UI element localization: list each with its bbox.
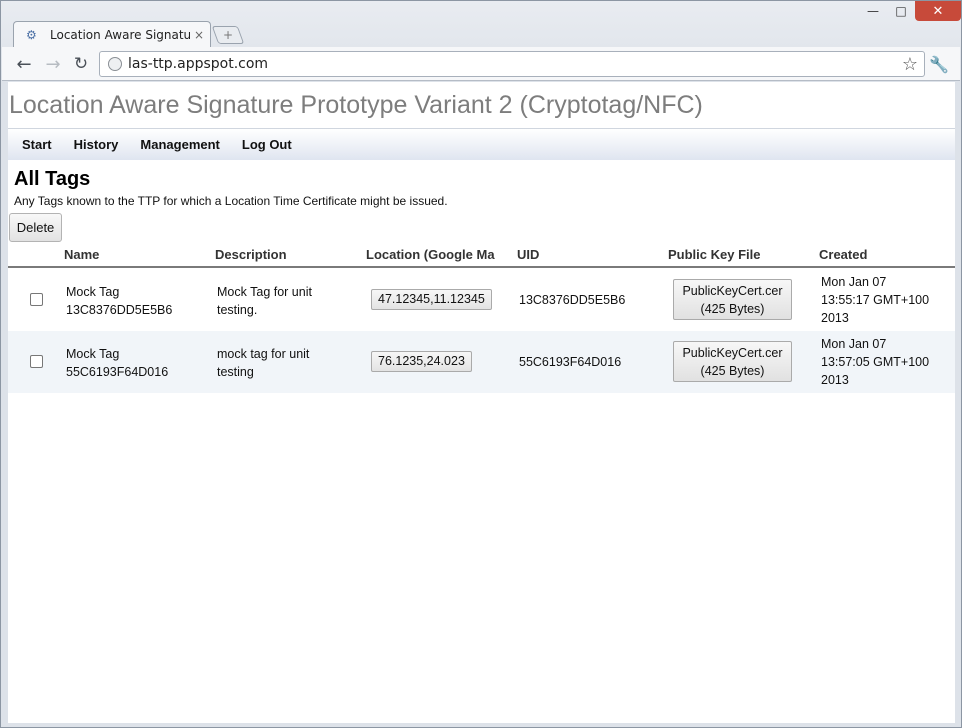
public-key-button[interactable]: PublicKeyCert.cer (425 Bytes) [673, 279, 792, 320]
key-file-name: PublicKeyCert.cer [682, 284, 783, 298]
tag-description: mock tag for unit testing [217, 345, 357, 381]
tag-uid: 55C6193F64D016 [519, 355, 622, 369]
tag-name: Mock Tag 13C8376DD5E5B6 [66, 283, 206, 319]
created-line: 13:55:17 GMT+100 [821, 293, 930, 307]
menu-item-start[interactable]: Start [22, 137, 52, 152]
maximize-button[interactable]: □ [887, 1, 915, 21]
tag-name-id: 55C6193F64D016 [66, 365, 169, 379]
description-line: Mock Tag for unit [217, 285, 312, 299]
url-text[interactable]: las-ttp.appspot.com [128, 56, 902, 72]
tag-name-id: 13C8376DD5E5B6 [66, 303, 173, 317]
minimize-button[interactable]: — [859, 1, 887, 21]
reload-icon[interactable]: ↻ [70, 53, 92, 75]
column-header-uid[interactable]: UID [517, 247, 539, 262]
row-checkbox[interactable] [30, 355, 43, 368]
forward-arrow-icon[interactable]: → [42, 53, 64, 75]
table-row: Mock Tag 55C6193F64D016 mock tag for uni… [8, 331, 955, 393]
section-title: All Tags [14, 168, 91, 190]
created-date: Mon Jan 07 13:55:17 GMT+100 2013 [821, 273, 951, 327]
close-window-button[interactable]: ✕ [915, 1, 961, 21]
column-header-created[interactable]: Created [819, 247, 867, 262]
location-button[interactable]: 47.12345,11.12345 [371, 289, 492, 310]
description-line: mock tag for unit [217, 347, 310, 361]
globe-icon [108, 57, 122, 71]
favicon-icon: ⚙ [26, 27, 37, 42]
created-line: 2013 [821, 373, 849, 387]
column-header-public-key[interactable]: Public Key File [668, 247, 760, 262]
table-header: Name Description Location (Google Ma UID… [8, 242, 955, 268]
delete-button[interactable]: Delete [9, 213, 62, 242]
column-header-description[interactable]: Description [215, 247, 287, 262]
description-line: testing. [217, 303, 258, 317]
created-line: Mon Jan 07 [821, 275, 887, 289]
tag-name-line: Mock Tag [66, 347, 120, 361]
browser-tab[interactable]: ⚙ Location Aware Signatur... × [13, 21, 211, 47]
plus-icon: + [222, 28, 234, 42]
browser-window: — □ ✕ ⚙ Location Aware Signatur... × + ←… [0, 0, 962, 728]
back-arrow-icon[interactable]: ← [13, 53, 35, 75]
key-file-size: (425 Bytes) [700, 364, 765, 378]
tag-uid: 13C8376DD5E5B6 [519, 293, 626, 307]
tab-title: Location Aware Signatur... [50, 27, 190, 42]
row-checkbox[interactable] [30, 293, 43, 306]
key-file-name: PublicKeyCert.cer [682, 346, 783, 360]
description-line: testing [217, 365, 254, 379]
wrench-icon[interactable]: 🔧 [928, 53, 950, 75]
browser-toolbar: ← → ↻ las-ttp.appspot.com ☆ 🔧 [2, 47, 960, 81]
page-title: Location Aware Signature Prototype Varia… [9, 91, 703, 119]
main-menu: Start History Management Log Out [8, 128, 955, 160]
new-tab-button[interactable]: + [211, 26, 245, 44]
tag-name-line: Mock Tag [66, 285, 120, 299]
title-bar: — □ ✕ [1, 1, 961, 23]
tab-close-icon[interactable]: × [194, 28, 204, 42]
created-line: 2013 [821, 311, 849, 325]
menu-item-history[interactable]: History [74, 137, 119, 152]
menu-item-management[interactable]: Management [140, 137, 219, 152]
key-file-size: (425 Bytes) [700, 302, 765, 316]
menu-item-logout[interactable]: Log Out [242, 137, 292, 152]
page-content: Location Aware Signature Prototype Varia… [8, 82, 955, 723]
tag-description: Mock Tag for unit testing. [217, 283, 357, 319]
bookmark-star-icon[interactable]: ☆ [902, 54, 918, 75]
address-bar[interactable]: las-ttp.appspot.com ☆ [99, 51, 925, 77]
tag-name: Mock Tag 55C6193F64D016 [66, 345, 206, 381]
created-line: Mon Jan 07 [821, 337, 887, 351]
table-row: Mock Tag 13C8376DD5E5B6 Mock Tag for uni… [8, 269, 955, 331]
column-header-name[interactable]: Name [64, 247, 99, 262]
section-description: Any Tags known to the TTP for which a Lo… [14, 194, 448, 208]
created-line: 13:57:05 GMT+100 [821, 355, 930, 369]
location-button[interactable]: 76.1235,24.023 [371, 351, 472, 372]
column-header-location[interactable]: Location (Google Ma [366, 247, 502, 262]
public-key-button[interactable]: PublicKeyCert.cer (425 Bytes) [673, 341, 792, 382]
created-date: Mon Jan 07 13:57:05 GMT+100 2013 [821, 335, 951, 389]
